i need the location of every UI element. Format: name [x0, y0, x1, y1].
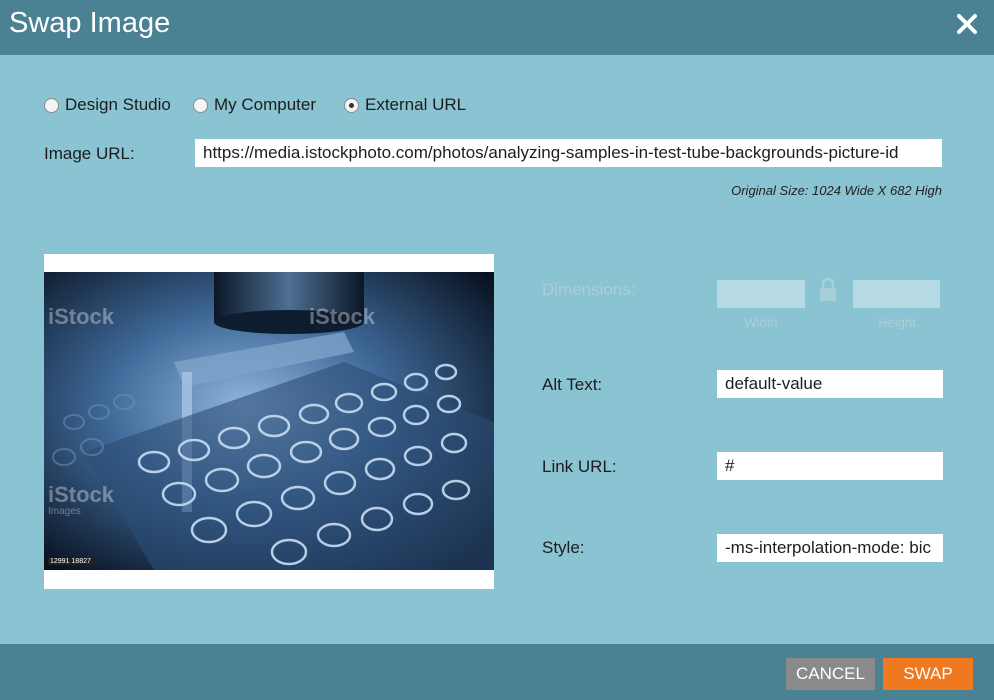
radio-design-studio-label: Design Studio [65, 95, 171, 114]
original-size-note: Original Size: 1024 Wide X 682 High [731, 183, 942, 198]
dialog-title: Swap Image [9, 7, 171, 39]
height-caption: Height [878, 315, 916, 330]
width-input[interactable] [717, 280, 805, 308]
watermark-text: iStock [48, 304, 115, 329]
watermark-text: iStock [48, 482, 115, 507]
alt-text-label: Alt Text: [542, 375, 603, 394]
radio-external-url-circle[interactable] [344, 97, 359, 113]
radio-my-computer[interactable]: My Computer [193, 95, 316, 115]
image-url-input[interactable]: https://media.istockphoto.com/photos/ana… [195, 139, 942, 167]
lock-icon[interactable] [818, 277, 838, 303]
cancel-button[interactable]: CANCEL [786, 658, 875, 690]
radio-external-url-label: External URL [365, 95, 467, 114]
radio-design-studio[interactable]: Design Studio [44, 95, 171, 115]
link-url-label: Link URL: [542, 457, 617, 476]
radio-design-studio-circle[interactable] [44, 97, 59, 113]
preview-photo: iStock iStock iStock Images 12991 18827 [44, 272, 494, 570]
image-preview: iStock iStock iStock Images 12991 18827 [44, 254, 494, 589]
watermark-text: iStock [309, 304, 376, 329]
alt-text-input[interactable]: default-value [717, 370, 943, 398]
style-label: Style: [542, 538, 585, 557]
close-icon[interactable] [955, 12, 979, 36]
style-input[interactable]: -ms-interpolation-mode: bic [717, 534, 943, 562]
radio-my-computer-label: My Computer [214, 95, 317, 114]
width-caption: Width [744, 315, 778, 330]
link-url-input[interactable]: # [717, 452, 943, 480]
radio-external-url[interactable]: External URL [344, 95, 466, 115]
dialog-titlebar: Swap Image [0, 0, 994, 55]
radio-my-computer-circle[interactable] [193, 97, 208, 113]
height-input[interactable] [853, 280, 940, 308]
dimensions-label: Dimensions: [542, 280, 636, 299]
image-url-label: Image URL: [44, 144, 135, 163]
watermark-subtext: Images [48, 506, 81, 517]
swap-button[interactable]: SWAP [883, 658, 973, 690]
image-id-tag: 12991 18827 [48, 558, 93, 565]
